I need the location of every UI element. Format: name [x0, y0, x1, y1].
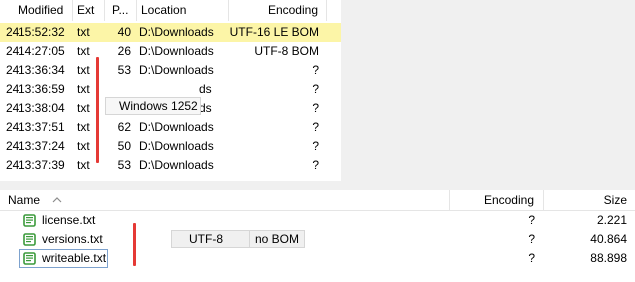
cell-encoding: ?: [312, 158, 319, 172]
cell-p: 53: [117, 158, 131, 172]
list-item[interactable]: 24 15:52:32 txt 40 D:\Downloads UTF-16 LE BOM: [0, 23, 341, 42]
cell-p: 53: [117, 63, 131, 77]
cell-location: D:\Downloads: [139, 44, 214, 58]
cell-encoding: ?: [528, 251, 535, 265]
cell-p: 40: [117, 25, 131, 39]
col-encoding[interactable]: Encoding: [229, 0, 327, 21]
divider: [249, 231, 250, 247]
cell-size: 88.898: [590, 251, 627, 265]
cell-name: license.txt: [42, 213, 96, 227]
col-location[interactable]: Location: [137, 0, 229, 21]
focus-rectangle: [19, 249, 108, 268]
cell-time: 13:36:59: [18, 82, 65, 96]
cell-size: 2.221: [596, 213, 627, 227]
charset-label[interactable]: UTF-8: [189, 231, 223, 247]
cell-time: 13:38:04: [18, 101, 65, 115]
cell-time: 13:37:24: [18, 139, 65, 153]
annotation-line: [96, 57, 99, 163]
cell-location: ds: [199, 82, 212, 96]
cell-encoding: ?: [312, 120, 319, 134]
cell-time: 13:37:39: [18, 158, 65, 172]
sort-ascending-icon: [52, 197, 62, 203]
cell-size: 40.864: [590, 232, 627, 246]
cell-location: D:\Downloads: [139, 158, 214, 172]
cell-time: 13:36:34: [18, 63, 65, 77]
cell-encoding: ?: [312, 82, 319, 96]
file-list-bottom: Name Encoding Size license.txt? 2.221 vers…: [0, 190, 635, 282]
cell-encoding: ?: [312, 139, 319, 153]
list-item[interactable]: 24 13:37:51 txt 62 D:\Downloads?: [0, 118, 341, 137]
cell-location: D:\Downloads: [139, 25, 214, 39]
file-list-top: Modified Ext P... Location Encoding 24 15…: [0, 0, 341, 181]
col-modified[interactable]: Modified: [0, 0, 73, 21]
encoding-popup[interactable]: Windows 1252: [105, 97, 201, 115]
cell-time: 13:37:51: [18, 120, 65, 134]
cell-location: D:\Downloads: [139, 139, 214, 153]
cell-p: 26: [117, 44, 131, 58]
text-file-icon: [23, 214, 36, 227]
bom-label[interactable]: no BOM: [255, 231, 299, 247]
cell-time: 15:52:32: [18, 25, 65, 39]
cell-time: 14:27:05: [18, 44, 65, 58]
cell-location: ds: [199, 101, 212, 115]
cell-encoding: ?: [528, 232, 535, 246]
column-header-top: Modified Ext P... Location Encoding: [0, 0, 341, 21]
cell-encoding: ?: [312, 63, 319, 77]
cell-encoding: UTF-16 LE BOM: [229, 25, 319, 39]
annotation-line: [133, 223, 136, 266]
list-item[interactable]: versions.txt? 40.864: [0, 230, 635, 249]
cell-name: versions.txt: [42, 232, 103, 246]
cell-p: 50: [117, 139, 131, 153]
cell-encoding: ?: [312, 101, 319, 115]
cell-p: 62: [117, 120, 131, 134]
cell-ext: txt: [77, 25, 90, 39]
text-file-icon: [23, 233, 36, 246]
col-name[interactable]: Name: [0, 190, 450, 210]
list-item[interactable]: 24 13:37:24 txt 50 D:\Downloads?: [0, 137, 341, 156]
cell-location: D:\Downloads: [139, 120, 214, 134]
cell-location: D:\Downloads: [139, 63, 214, 77]
column-header-bottom: Name Encoding Size: [0, 190, 635, 211]
col-size[interactable]: Size: [544, 190, 635, 210]
list-item[interactable]: license.txt? 2.221: [0, 211, 635, 230]
list-item[interactable]: 24 13:36:34 txt 53 D:\Downloads?: [0, 61, 341, 80]
cell-encoding: ?: [528, 213, 535, 227]
col-ext[interactable]: Ext: [73, 0, 105, 21]
inline-encoding-editor[interactable]: UTF-8 no BOM: [171, 230, 305, 248]
cell-encoding: UTF-8 BOM: [254, 44, 319, 58]
list-item[interactable]: 24 13:37:39 txt 53 D:\Downloads?: [0, 156, 341, 175]
col-p[interactable]: P...: [105, 0, 137, 21]
list-item[interactable]: 24 14:27:05 txt 26 D:\Downloads UTF-8 BOM: [0, 42, 341, 61]
col-encoding-bottom[interactable]: Encoding: [450, 190, 544, 210]
